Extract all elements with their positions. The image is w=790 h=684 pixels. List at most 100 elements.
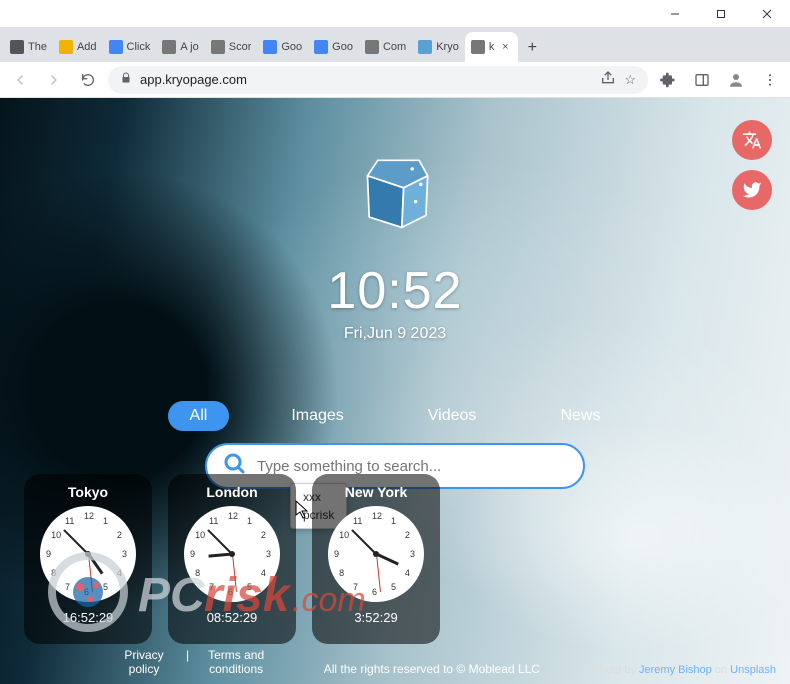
clock-tick: 4 [405,568,410,578]
clock-tick: 3 [266,549,271,559]
clock-tick: 9 [190,549,195,559]
world-clock-card: New York1234567891011123:52:29 [312,474,440,644]
share-icon[interactable] [600,70,616,89]
clock-tick: 4 [117,568,122,578]
clock-face: 123456789101112 [40,506,136,602]
tab-videos[interactable]: Videos [406,401,499,431]
favicon-icon [59,40,73,54]
city-label: New York [345,484,408,500]
browser-tab[interactable]: Kryo [412,32,465,62]
clock-tick: 8 [339,568,344,578]
tab-label: Add [77,41,97,53]
tab-images[interactable]: Images [269,401,365,431]
tab-label: Scor [229,41,252,53]
tab-label: Com [383,41,406,53]
sidepanel-icon[interactable] [688,66,716,94]
address-bar: app.kryopage.com ☆ [0,62,790,98]
browser-tab[interactable]: Com [359,32,412,62]
omnibox[interactable]: app.kryopage.com ☆ [108,66,648,94]
clock-tick: 9 [334,549,339,559]
terms-link[interactable]: Terms and conditions [201,648,271,676]
browser-tab[interactable]: Click [103,32,157,62]
world-clock-card: Tokyo12345678910111216:52:29 [24,474,152,644]
clock-pin [229,551,235,557]
city-label: Tokyo [68,484,108,500]
clock-tick: 12 [228,511,238,521]
clock-tick: 3 [410,549,415,559]
search-tabs: All Images Videos News [168,401,623,431]
tab-all[interactable]: All [168,401,230,431]
clock-tick: 1 [103,516,108,526]
clock-tick: 12 [84,511,94,521]
clock-pin [373,551,379,557]
tab-label: Kryo [436,41,459,53]
window-maximize-button[interactable] [698,0,744,28]
new-tab-button[interactable]: + [518,34,546,62]
twitter-button[interactable] [732,170,772,210]
footer-separator: | [186,648,189,676]
favicon-icon [10,40,24,54]
browser-tab[interactable]: A jo [156,32,204,62]
clock-tick: 8 [195,568,200,578]
menu-icon[interactable] [756,66,784,94]
clock-tick: 6 [372,587,377,597]
clock-face: 123456789101112 [184,506,280,602]
browser-tab[interactable]: k× [465,32,519,62]
clock-hand-m [207,529,232,554]
browser-tab[interactable]: Add [53,32,103,62]
browser-tab[interactable]: The [4,32,53,62]
tab-label: Click [127,41,151,53]
clock-tick: 10 [339,530,349,540]
main-time: 10:52 [327,261,462,321]
footer: Privacy policy | Terms and conditions Al… [0,648,790,680]
browser-tab[interactable]: Goo [257,32,308,62]
clock-tick: 5 [103,582,108,592]
lock-icon [120,72,132,87]
tab-label: The [28,41,47,53]
tab-label: Goo [332,41,353,53]
favicon-icon [211,40,225,54]
clock-tick: 8 [51,568,56,578]
clock-tick: 6 [84,587,89,597]
clock-tick: 5 [391,582,396,592]
extensions-icon[interactable] [654,66,682,94]
privacy-link[interactable]: Privacy policy [114,648,174,676]
clock-tick: 9 [46,549,51,559]
nav-back-button[interactable] [6,66,34,94]
tab-close-icon[interactable]: × [498,40,512,54]
clock-tick: 5 [247,582,252,592]
favicon-icon [263,40,277,54]
window-minimize-button[interactable] [652,0,698,28]
world-clocks: Tokyo12345678910111216:52:29London123456… [24,474,440,644]
favicon-icon [162,40,176,54]
window-close-button[interactable] [744,0,790,28]
clock-tick: 2 [261,530,266,540]
page-viewport: 10:52 Fri,Jun 9 2023 All Images Videos N… [0,98,790,684]
nav-forward-button[interactable] [40,66,68,94]
browser-tab[interactable]: Scor [205,32,258,62]
favicon-icon [365,40,379,54]
clock-tick: 11 [353,516,362,526]
profile-icon[interactable] [722,66,750,94]
nav-reload-button[interactable] [74,66,102,94]
world-clock-card: London12345678910111208:52:29 [168,474,296,644]
translate-button[interactable] [732,120,772,160]
main-date: Fri,Jun 9 2023 [344,325,446,343]
search-input[interactable] [257,458,567,475]
unsplash-link[interactable]: Unsplash [730,664,776,676]
tab-label: k [489,41,495,53]
url-text: app.kryopage.com [140,72,247,87]
digital-time: 16:52:29 [63,610,114,625]
bookmark-icon[interactable]: ☆ [624,72,636,88]
clock-tick: 7 [209,582,214,592]
tab-news[interactable]: News [538,401,622,431]
browser-tab[interactable]: Goo [308,32,359,62]
digital-time: 3:52:29 [354,610,397,625]
author-link[interactable]: Jeremy Bishop [639,664,712,676]
kryopage-logo [352,150,438,241]
clock-face: 123456789101112 [328,506,424,602]
center-column: 10:52 Fri,Jun 9 2023 All Images Videos N… [175,98,615,489]
tab-label: A jo [180,41,198,53]
clock-tick: 7 [65,582,70,592]
favicon-icon [314,40,328,54]
